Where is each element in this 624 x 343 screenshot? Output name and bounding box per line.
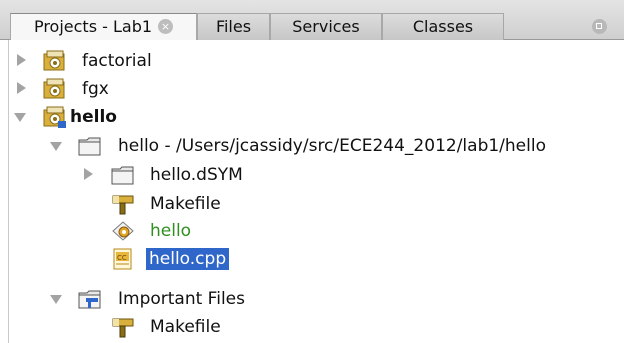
folder-icon <box>78 137 101 156</box>
expand-arrow-icon[interactable] <box>17 82 26 94</box>
tree-node-hello-dsym[interactable]: hello.dSYM <box>0 162 624 188</box>
project-icon <box>43 50 65 71</box>
tab-services-label: Services <box>292 17 360 36</box>
tab-classes[interactable]: Classes <box>382 13 504 40</box>
tree-node-label: factorial <box>82 51 152 71</box>
minimize-window-icon[interactable] <box>592 19 607 34</box>
tree-node-important-files[interactable]: Important Files <box>0 286 624 312</box>
tree-node-fgx[interactable]: fgx <box>0 76 624 102</box>
executable-icon <box>112 221 134 241</box>
expand-arrow-icon[interactable] <box>84 168 93 180</box>
tree-node-label: hello.cpp <box>146 248 230 270</box>
tab-classes-label: Classes <box>412 17 474 36</box>
tree-node-makefile[interactable]: Makefile <box>0 191 624 217</box>
main-project-icon <box>43 106 66 128</box>
cpp-file-icon: CC <box>113 248 132 270</box>
svg-text:CC: CC <box>117 254 127 262</box>
close-icon[interactable]: × <box>158 19 174 34</box>
tree-node-label: hello.dSYM <box>150 165 243 185</box>
tree-node-label: Important Files <box>118 289 245 309</box>
tab-services[interactable]: Services <box>270 13 382 40</box>
important-files-icon <box>78 290 101 309</box>
tree-node-label: hello <box>150 221 192 241</box>
tree-node-hello-executable[interactable]: hello <box>0 218 624 244</box>
makefile-icon <box>112 318 134 338</box>
collapse-arrow-icon[interactable] <box>50 142 62 151</box>
tab-files-label: Files <box>215 17 252 36</box>
tree-node-label: hello <box>70 107 117 127</box>
tree-node-hello-cpp[interactable]: CC hello.cpp <box>0 246 624 272</box>
collapse-arrow-icon[interactable] <box>14 113 26 122</box>
makefile-icon <box>112 195 134 215</box>
tree-node-hello-project[interactable]: hello <box>0 104 624 130</box>
tab-projects[interactable]: Projects - Lab1 × <box>10 13 197 41</box>
project-icon <box>43 78 65 99</box>
folder-icon <box>111 166 134 185</box>
expand-arrow-icon[interactable] <box>17 54 26 66</box>
tab-projects-label: Projects - Lab1 <box>33 17 153 36</box>
collapse-arrow-icon[interactable] <box>50 295 62 304</box>
tab-files[interactable]: Files <box>197 13 270 40</box>
tree-node-label: fgx <box>82 79 109 99</box>
tree-node-factorial[interactable]: factorial <box>0 48 624 74</box>
tab-bar: Projects - Lab1 × Files Services Classes <box>0 0 624 41</box>
tree-node-label: hello - /Users/jcassidy/src/ECE244_2012/… <box>118 136 546 156</box>
tree-node-label: Makefile <box>150 194 221 214</box>
tree-node-source-folder[interactable]: hello - /Users/jcassidy/src/ECE244_2012/… <box>0 133 624 159</box>
tree-node-important-makefile[interactable]: Makefile <box>0 314 624 340</box>
tree-node-label: Makefile <box>150 317 221 337</box>
